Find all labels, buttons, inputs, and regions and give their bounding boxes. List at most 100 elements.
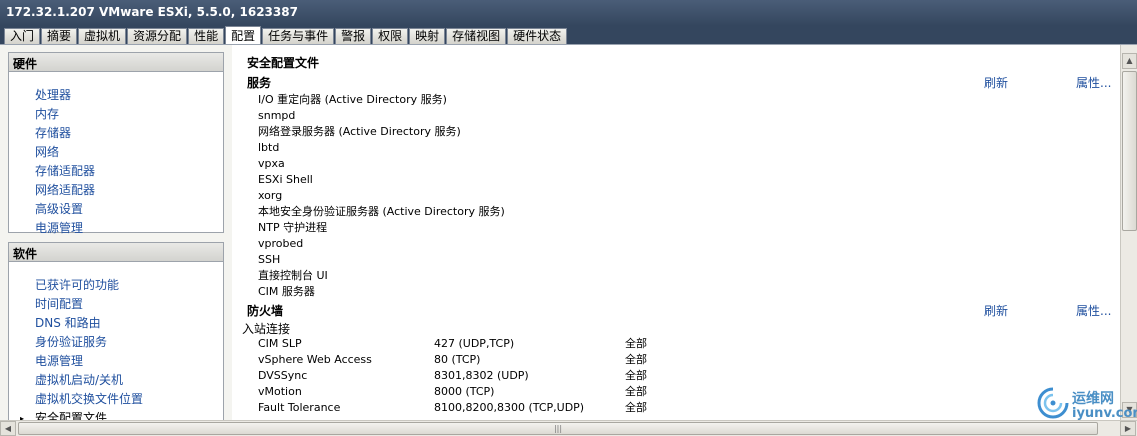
- services-properties-link[interactable]: 属性...: [1076, 74, 1111, 91]
- firewall-name: CIM SLP: [258, 337, 302, 350]
- software-item-label: 时间配置: [35, 297, 84, 311]
- hardware-item-label: 电源管理: [35, 221, 84, 235]
- service-item: I/O 重定向器 (Active Directory 服务): [258, 93, 447, 106]
- hardware-item-label: 网络: [35, 145, 60, 159]
- horizontal-scrollbar[interactable]: ◀ ||| ▶: [0, 420, 1137, 436]
- service-item: SSH: [258, 253, 281, 266]
- scroll-up-icon[interactable]: ▲: [1122, 53, 1137, 69]
- scroll-left-icon[interactable]: ◀: [0, 421, 16, 436]
- watermark: 运维网 iyunv.com: [1036, 386, 1137, 426]
- hardware-item[interactable]: 网络: [9, 143, 223, 162]
- firewall-scope: 全部: [625, 401, 647, 414]
- firewall-name: Fault Tolerance: [258, 401, 341, 414]
- service-item: 本地安全身份验证服务器 (Active Directory 服务): [258, 205, 505, 218]
- horizontal-scroll-thumb[interactable]: |||: [18, 422, 1098, 435]
- software-item-label: 安全配置文件: [35, 411, 108, 420]
- firewall-name: DVSSync: [258, 369, 308, 382]
- firewall-scope: 全部: [625, 353, 647, 366]
- software-list: 已获许可的功能 时间配置 DNS 和路由 身份验证服务 电源管理虚拟机启动/关机虚拟机交…: [9, 262, 223, 420]
- tab-item[interactable]: 硬件状态: [507, 28, 568, 44]
- software-item[interactable]: 虚拟机启动/关机: [9, 371, 223, 390]
- selected-arrow-icon: ▸: [20, 414, 25, 420]
- software-item-label: 电源管理: [35, 354, 84, 368]
- software-item[interactable]: DNS 和路由: [9, 314, 223, 333]
- vertical-scrollbar[interactable]: ▲ ▼: [1120, 45, 1137, 420]
- hardware-item[interactable]: 存储适配器: [9, 162, 223, 181]
- tab-bar: 入门 摘要 虚拟机 资源分配 性能 配置 任务与事件 警报 权限 映射 存储视图 硬件状态: [4, 26, 568, 44]
- left-panel: 硬件 处理器 内存 存储器 网络 存储适配器 网络适配器 高级设置 电源管理 软件 已获许可的…: [0, 45, 232, 420]
- tab-item[interactable]: 摘要: [41, 28, 78, 44]
- software-item-label: 身份验证服务: [35, 335, 108, 349]
- page-title: 安全配置文件: [247, 56, 320, 70]
- inbound-connections-label: 入站连接: [242, 322, 291, 336]
- hardware-item[interactable]: 高级设置: [9, 200, 223, 219]
- hardware-item[interactable]: 电源管理: [9, 219, 223, 238]
- firewall-scope: 全部: [625, 337, 647, 350]
- tab-item[interactable]: 资源分配: [127, 28, 188, 44]
- services-header: 服务: [247, 76, 272, 90]
- main-panel: 安全配置文件 服务 刷新 属性... I/O 重定向器 (Active Dire…: [240, 45, 1120, 420]
- watermark-text-2: iyunv.com: [1072, 406, 1137, 421]
- hardware-item-label: 内存: [35, 107, 60, 121]
- tab-item[interactable]: 虚拟机: [78, 28, 127, 44]
- tab-item[interactable]: 存储视图: [446, 28, 507, 44]
- service-item: ESXi Shell: [258, 173, 313, 186]
- software-item[interactable]: ▸ 安全配置文件: [9, 409, 223, 420]
- hardware-item-label: 高级设置: [35, 202, 84, 216]
- hardware-item[interactable]: 处理器: [9, 86, 223, 105]
- tab-item[interactable]: 警报: [335, 28, 372, 44]
- software-item[interactable]: 身份验证服务: [9, 333, 223, 352]
- hardware-item-label: 存储适配器: [35, 164, 96, 178]
- software-header: 软件: [9, 243, 223, 262]
- services-refresh-link[interactable]: 刷新: [984, 74, 1008, 91]
- watermark-logo-icon: [1037, 387, 1069, 419]
- hardware-item[interactable]: 内存: [9, 105, 223, 124]
- software-item-label: 虚拟机交换文件位置: [35, 392, 144, 406]
- tab-item[interactable]: 入门: [4, 28, 41, 44]
- hardware-item[interactable]: 网络适配器: [9, 181, 223, 200]
- firewall-ports: 427 (UDP,TCP): [434, 337, 515, 350]
- software-item[interactable]: 虚拟机交换文件位置: [9, 390, 223, 409]
- hardware-item-label: 处理器: [35, 88, 72, 102]
- tab-item[interactable]: 配置: [225, 26, 262, 44]
- hardware-item-label: 网络适配器: [35, 183, 96, 197]
- hardware-item[interactable]: 存储器: [9, 124, 223, 143]
- watermark-text-1: 运维网: [1072, 391, 1114, 407]
- tab-strip: 入门 摘要 虚拟机 资源分配 性能 配置 任务与事件 警报 权限 映射 存储视图 硬件状态: [0, 26, 1137, 44]
- service-item: CIM 服务器: [258, 285, 315, 298]
- hardware-list: 处理器内存存储器网络存储适配器网络适配器高级设置电源管理: [9, 72, 223, 238]
- service-item: lbtd: [258, 141, 280, 154]
- service-item: 网络登录服务器 (Active Directory 服务): [258, 125, 461, 138]
- service-item: snmpd: [258, 109, 296, 122]
- vertical-scroll-thumb[interactable]: [1122, 71, 1137, 231]
- software-group: 软件 已获许可的功能 时间配置 DNS 和路由 身份验证服务 电源管理虚拟机启动/关机虚…: [8, 242, 224, 420]
- firewall-refresh-link[interactable]: 刷新: [984, 302, 1008, 319]
- service-item: NTP 守护进程: [258, 221, 328, 234]
- service-item: 直接控制台 UI: [258, 269, 328, 282]
- firewall-ports: 8301,8302 (UDP): [434, 369, 529, 382]
- tab-item[interactable]: 权限: [372, 28, 409, 44]
- tab-item[interactable]: 任务与事件: [262, 28, 335, 44]
- firewall-ports: 80 (TCP): [434, 353, 481, 366]
- firewall-ports: 8000 (TCP): [434, 385, 495, 398]
- tab-item[interactable]: 映射: [409, 28, 446, 44]
- firewall-properties-link[interactable]: 属性...: [1076, 302, 1111, 319]
- service-item: xorg: [258, 189, 283, 202]
- firewall-ports: 8100,8200,8300 (TCP,UDP): [434, 401, 585, 414]
- firewall-header: 防火墙: [247, 304, 284, 318]
- software-item[interactable]: 时间配置: [9, 295, 223, 314]
- software-item[interactable]: 电源管理: [9, 352, 223, 371]
- tab-item[interactable]: 性能: [188, 28, 225, 44]
- firewall-name: vSphere Web Access: [258, 353, 372, 366]
- hardware-item-label: 存储器: [35, 126, 72, 140]
- firewall-scope: 全部: [625, 369, 647, 382]
- hardware-group: 硬件 处理器 内存 存储器 网络 存储适配器 网络适配器 高级设置 电源管理: [8, 52, 224, 235]
- software-item-label: DNS 和路由: [35, 316, 101, 330]
- software-item-label: 虚拟机启动/关机: [35, 373, 124, 387]
- window-title: 172.32.1.207 VMware ESXi, 5.5.0, 1623387: [0, 0, 1137, 26]
- software-item-label: 已获许可的功能: [35, 278, 120, 292]
- firewall-name: vMotion: [258, 385, 302, 398]
- firewall-scope: 全部: [625, 385, 647, 398]
- service-item: vpxa: [258, 157, 285, 170]
- software-item[interactable]: 已获许可的功能: [9, 276, 223, 295]
